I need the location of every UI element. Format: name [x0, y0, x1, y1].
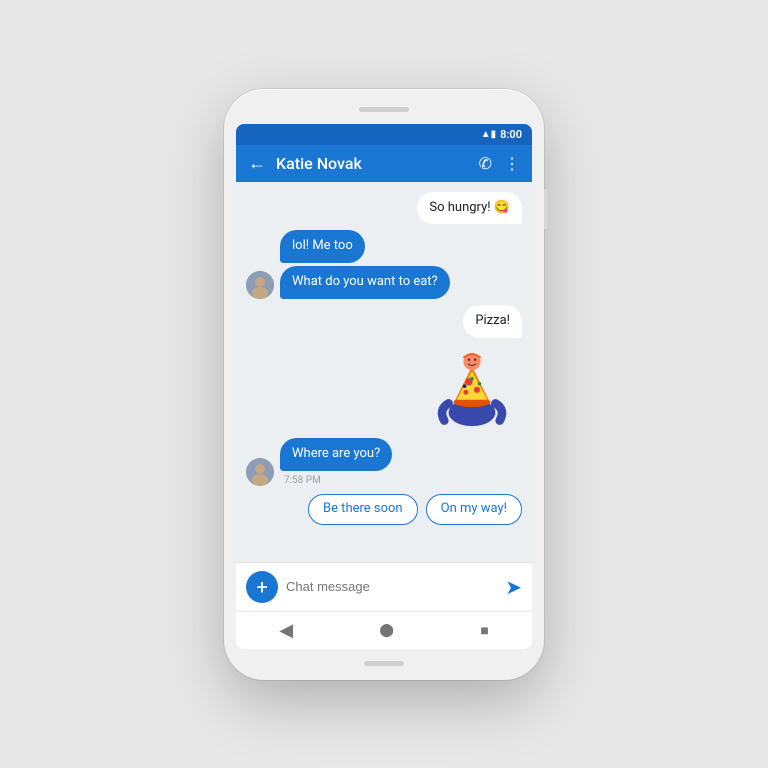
- recent-nav-button[interactable]: ■: [480, 622, 488, 639]
- plus-icon: +: [256, 577, 267, 597]
- status-icons: ▲▮ 8:00: [481, 128, 522, 141]
- suggestion-button[interactable]: Be there soon: [308, 494, 418, 525]
- avatar: [246, 271, 274, 299]
- send-button[interactable]: ➤: [505, 575, 522, 599]
- sent-bubble: So hungry! 😋: [417, 192, 522, 225]
- message-group: lol! Me too What do you want to eat?: [280, 230, 450, 299]
- phone-home-indicator: [364, 661, 404, 666]
- call-button[interactable]: ✆: [479, 154, 492, 173]
- received-bubble: lol! Me too: [280, 230, 365, 263]
- message-group: Where are you? 7:58 PM: [280, 438, 392, 486]
- message-row: lol! Me too What do you want to eat?: [246, 230, 522, 299]
- status-time: 8:00: [500, 128, 522, 141]
- message-row: So hungry! 😋: [246, 192, 522, 225]
- bottom-nav: ◀ ⬤ ■: [236, 611, 532, 649]
- sticker-area: [246, 348, 522, 428]
- app-bar-actions: ✆ ⋮: [479, 154, 520, 173]
- back-nav-button[interactable]: ◀: [279, 620, 293, 641]
- more-button[interactable]: ⋮: [504, 154, 520, 173]
- back-button[interactable]: ←: [248, 153, 266, 174]
- phone-device: ▲▮ 8:00 ← Katie Novak ✆ ⋮ So hungry! 😋: [224, 89, 544, 680]
- message-timestamp: 7:58 PM: [280, 475, 321, 486]
- add-button[interactable]: +: [246, 571, 278, 603]
- pizza-sticker: [432, 348, 512, 428]
- suggestion-button[interactable]: On my way!: [426, 494, 522, 525]
- avatar: [246, 458, 274, 486]
- signal-icon: ▲▮: [481, 129, 496, 140]
- phone-screen: ▲▮ 8:00 ← Katie Novak ✆ ⋮ So hungry! 😋: [236, 124, 532, 649]
- received-bubble: What do you want to eat?: [280, 266, 450, 299]
- sent-bubble: Pizza!: [463, 305, 522, 338]
- suggestions-row: Be there soon On my way!: [246, 494, 522, 525]
- contact-name: Katie Novak: [276, 154, 469, 173]
- chat-area: So hungry! 😋 lol! Me too What do you wan…: [236, 182, 532, 562]
- input-bar: + ➤: [236, 562, 532, 611]
- message-row: Where are you? 7:58 PM: [246, 438, 522, 486]
- message-input[interactable]: [286, 579, 497, 594]
- volume-button[interactable]: [544, 189, 548, 229]
- status-bar: ▲▮ 8:00: [236, 124, 532, 145]
- message-row: Pizza!: [246, 305, 522, 338]
- received-bubble: Where are you?: [280, 438, 392, 471]
- phone-speaker: [359, 107, 409, 112]
- home-nav-button[interactable]: ⬤: [379, 623, 394, 638]
- app-bar: ← Katie Novak ✆ ⋮: [236, 145, 532, 182]
